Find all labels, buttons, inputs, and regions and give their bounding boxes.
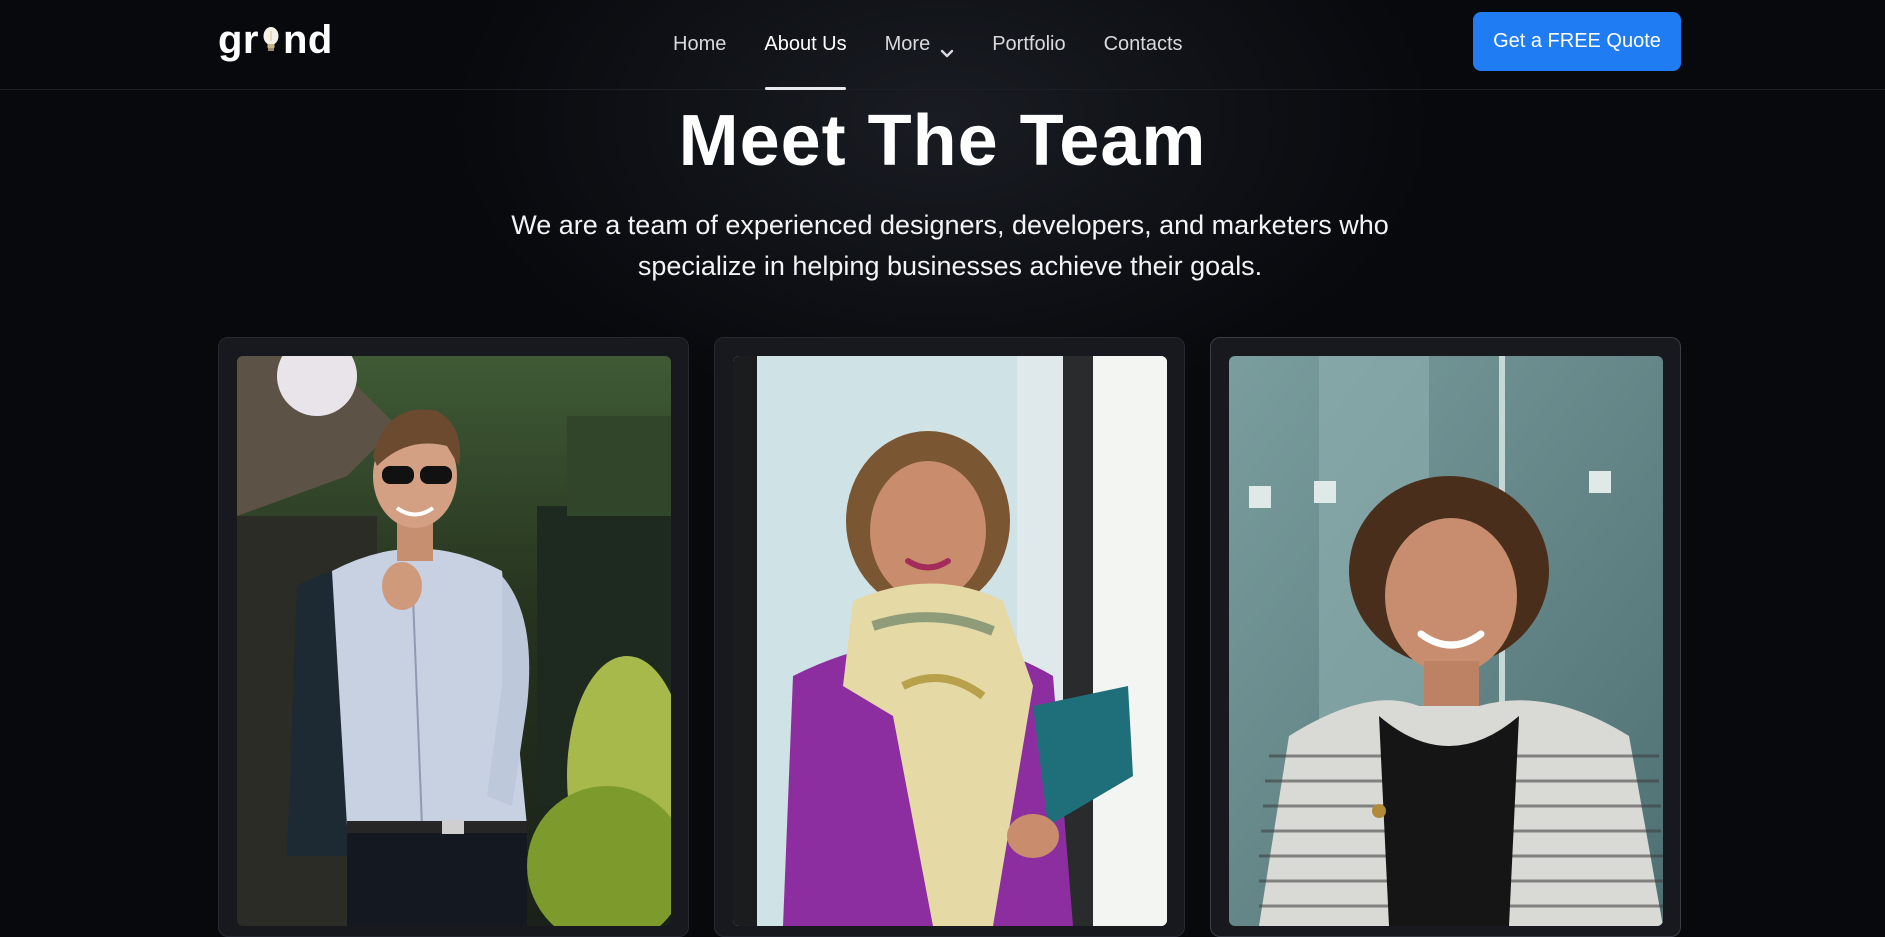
nav-item-label: Home bbox=[673, 32, 727, 55]
logo-text-prefix: gr bbox=[218, 18, 259, 62]
active-nav-indicator bbox=[765, 87, 846, 90]
nav-item-label: Portfolio bbox=[992, 32, 1066, 55]
team-member-card[interactable] bbox=[1210, 337, 1681, 937]
nav-item-about-us[interactable]: About Us bbox=[745, 0, 865, 90]
nav-item-label: About Us bbox=[764, 32, 847, 55]
page-title: Meet The Team bbox=[678, 101, 1207, 181]
team-member-card[interactable] bbox=[218, 337, 689, 937]
woman-with-scarf-portrait-photo bbox=[733, 356, 1167, 926]
nav-item-contacts[interactable]: Contacts bbox=[1085, 0, 1202, 90]
page-subtitle: We are a team of experienced designers, … bbox=[511, 210, 1389, 281]
logo-text-suffix: nd bbox=[283, 18, 333, 62]
team-grid bbox=[218, 337, 1681, 937]
nav-item-portfolio[interactable]: Portfolio bbox=[973, 0, 1084, 90]
nav-item-more[interactable]: More bbox=[866, 0, 974, 90]
chevron-down-icon bbox=[940, 42, 954, 58]
get-free-quote-button[interactable]: Get a FREE Quote bbox=[1473, 12, 1681, 71]
nav-item-label: Contacts bbox=[1103, 32, 1183, 55]
main-nav: Home About Us More Portfolio Contacts bbox=[654, 0, 1202, 90]
navbar: gr nd Home About Us More Portfolio Conta… bbox=[0, 0, 1885, 90]
logo[interactable]: gr nd bbox=[218, 18, 333, 63]
man-portrait-photo bbox=[237, 356, 671, 926]
woman-smiling-portrait-photo bbox=[1229, 356, 1663, 926]
nav-item-home[interactable]: Home bbox=[654, 0, 745, 90]
nav-item-label: More bbox=[884, 32, 931, 55]
lightbulb-icon bbox=[261, 23, 281, 59]
team-member-card[interactable] bbox=[714, 337, 1185, 937]
